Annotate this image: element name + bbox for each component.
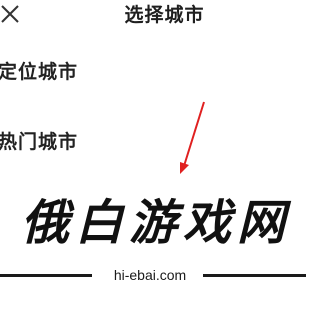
location-city-label: 定位城市 — [0, 61, 79, 83]
red-arrow-annotation — [180, 101, 205, 174]
watermark-brand: 俄白游戏网 — [0, 193, 329, 255]
watermark-brand-text: 俄白游戏网 — [20, 195, 291, 251]
hot-cities-label: 热门城市 — [0, 131, 79, 153]
watermark-url: hi-ebai.com — [113, 267, 187, 283]
watermark-rule-left — [0, 274, 92, 277]
watermark-rule-right — [203, 274, 306, 277]
select-city-screen: 选择城市 定位城市 热门城市 俄白游戏网 hi-ebai.com — [0, 0, 329, 313]
page-title: 选择城市 — [124, 4, 205, 26]
